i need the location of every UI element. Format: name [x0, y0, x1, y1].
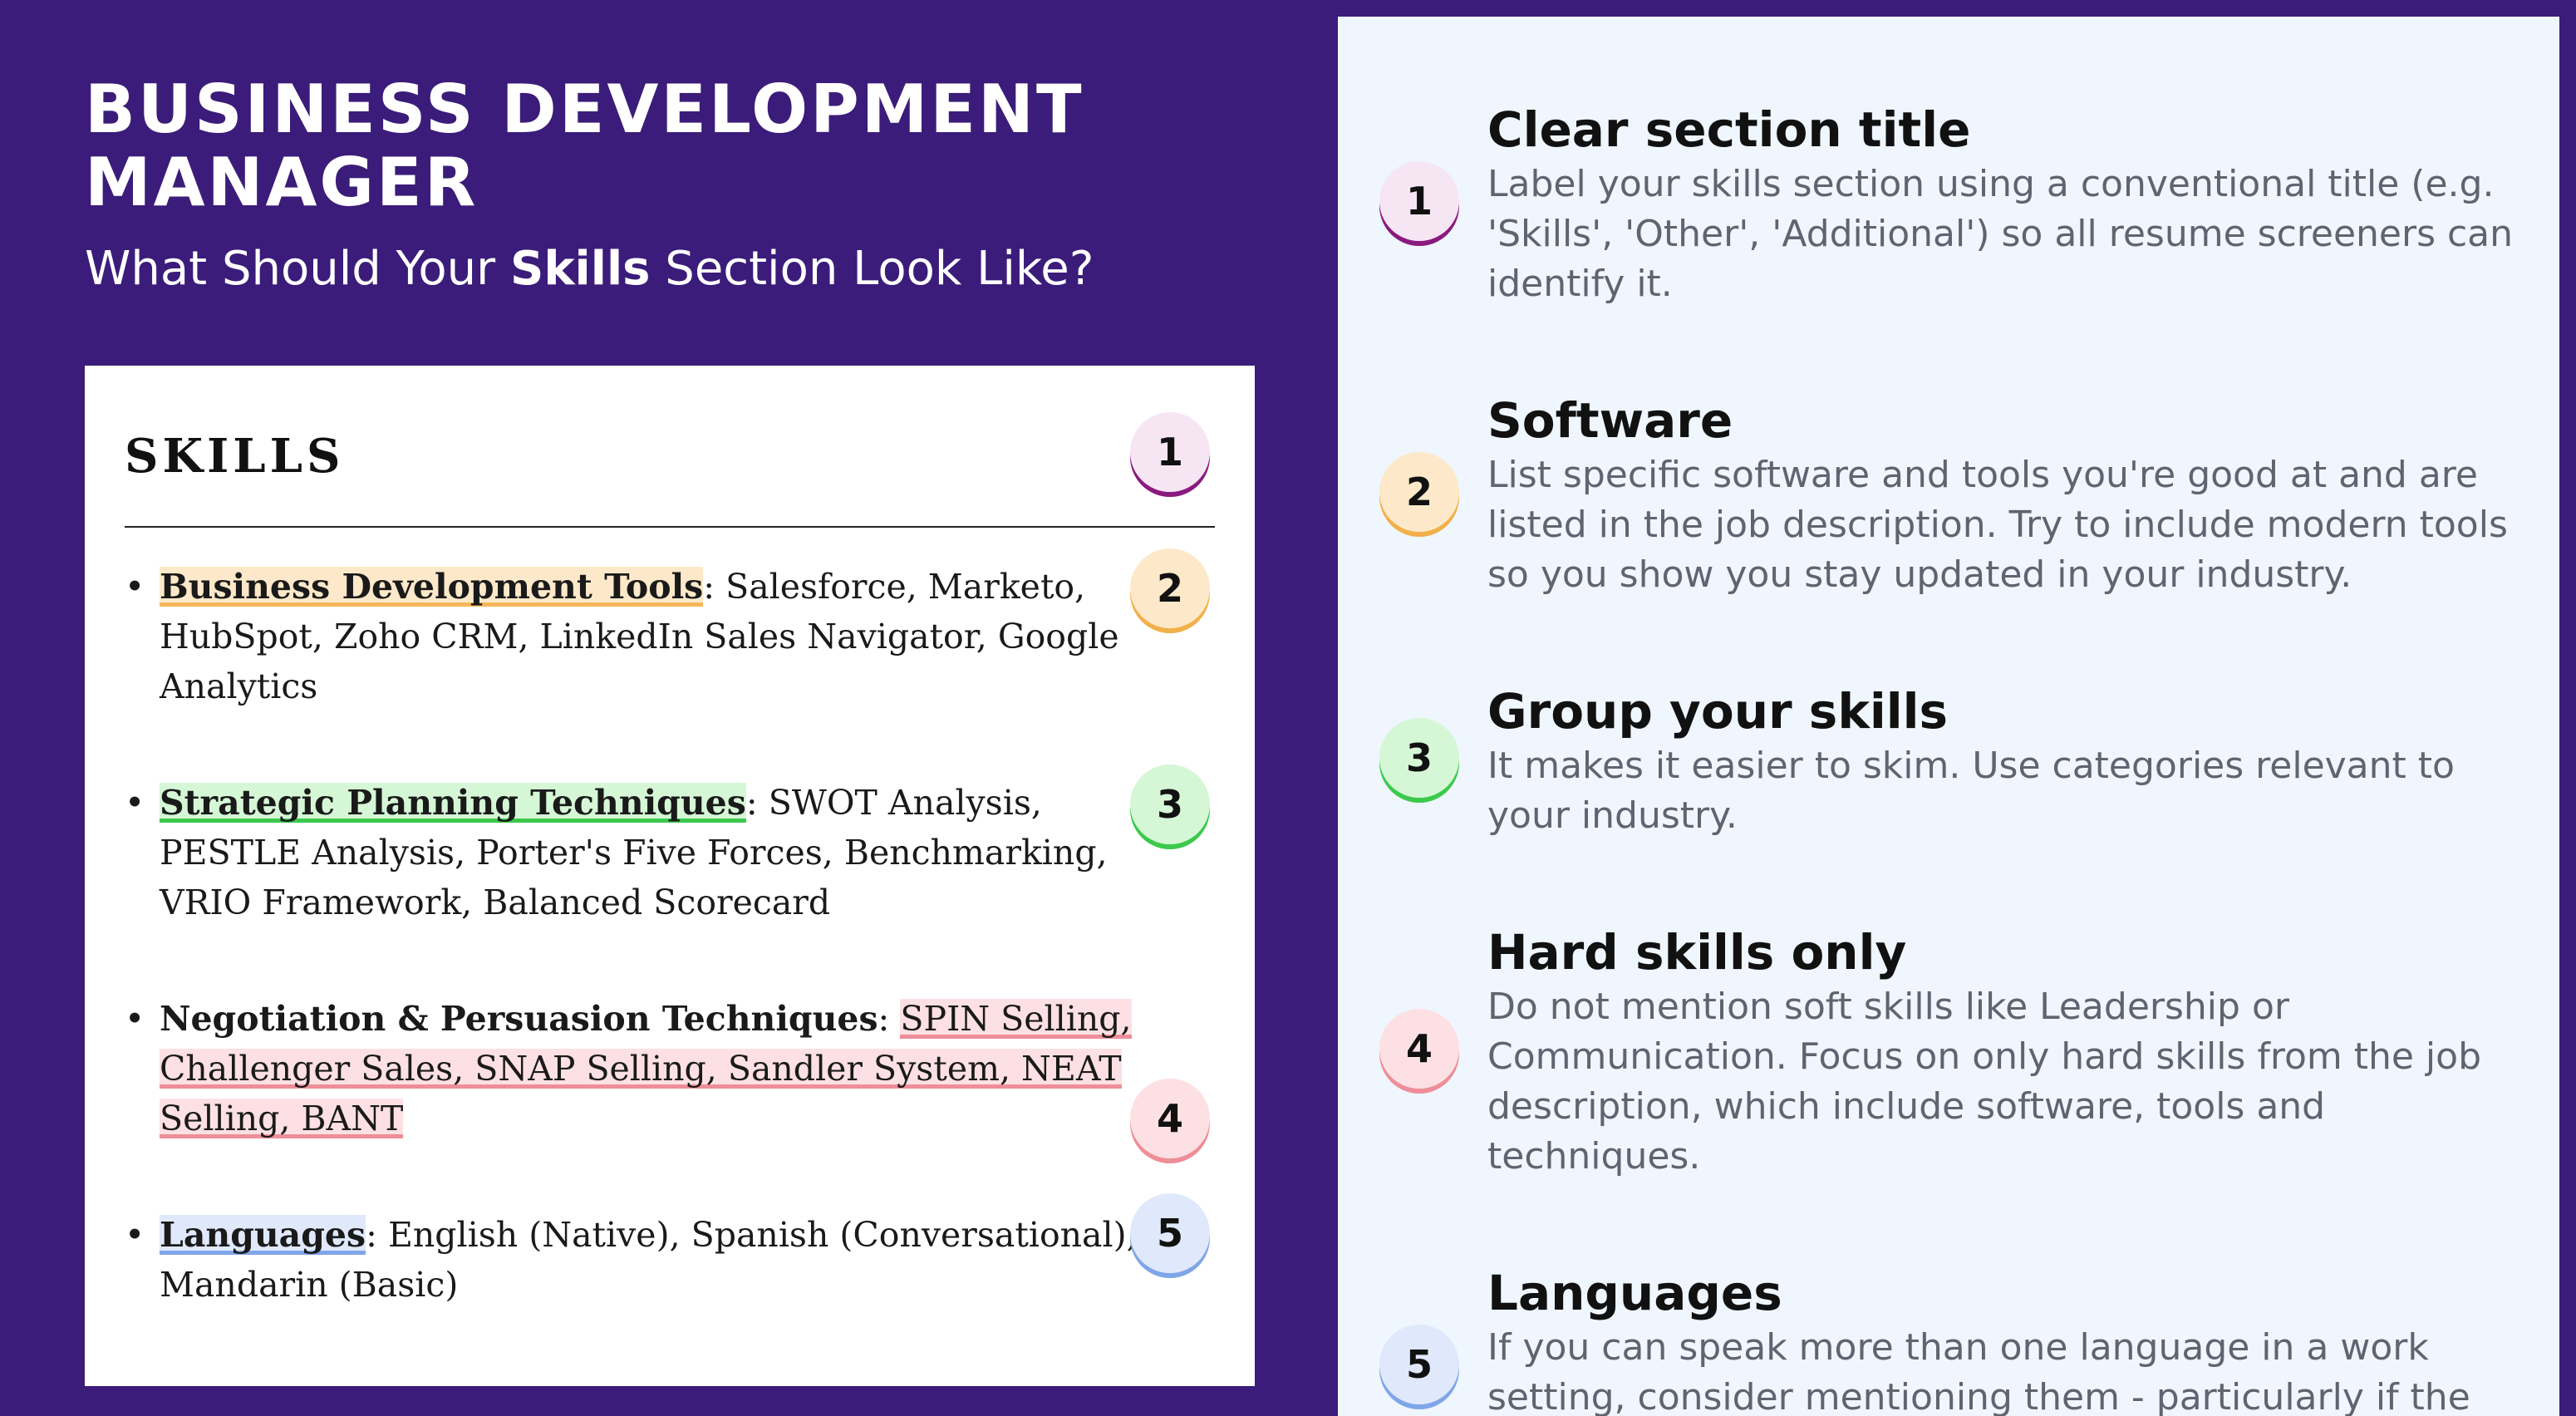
subtitle-bold: Skills	[509, 242, 651, 296]
tip-hard-skills-only: Hard skills only Do not mention soft ski…	[1487, 922, 2526, 1182]
tip-software: Software List specific software and tool…	[1487, 391, 2526, 600]
bullet: •	[125, 999, 145, 1039]
tip-title: Group your skills	[1487, 683, 1949, 740]
resume-card: SKILLS 1 • Business Development Tools: S…	[85, 366, 1255, 1386]
tip-group-your-skills: Group your skills It makes it easier to …	[1487, 681, 2526, 841]
skill-item-planning: • Strategic Planning Techniques: SWOT An…	[125, 778, 1155, 927]
tip-title: Clear section title	[1487, 101, 1971, 158]
heading-rule	[125, 526, 1215, 528]
bullet: •	[125, 1215, 145, 1255]
tip-badge-2: 2	[1379, 452, 1459, 532]
subtitle-post: Section Look Like?	[650, 242, 1094, 296]
tips-panel: Clear section title Label your skills se…	[1338, 17, 2559, 1416]
tip-clear-section-title: Clear section title Label your skills se…	[1487, 100, 2526, 309]
tip-badge-3: 3	[1379, 718, 1459, 798]
tip-badge-4: 4	[1379, 1009, 1459, 1089]
badge-4: 4	[1130, 1079, 1210, 1158]
badge-1: 1	[1130, 412, 1210, 492]
tip-text: List specific software and tools you're …	[1487, 454, 2508, 596]
tip-text: Do not mention soft skills like Leadersh…	[1487, 986, 2481, 1178]
tip-badge-1: 1	[1379, 161, 1459, 241]
page-subtitle: What Should Your Skills Section Look Lik…	[85, 236, 1290, 302]
badge-2: 2	[1130, 548, 1210, 628]
skill-category: Business Development Tools	[160, 567, 704, 607]
badge-5: 5	[1130, 1193, 1210, 1273]
skill-category: Strategic Planning Techniques	[160, 783, 746, 823]
skill-item-tools: • Business Development Tools: Salesforce…	[125, 562, 1155, 711]
skill-category: Negotiation & Persuasion Techniques	[160, 999, 878, 1039]
bullet: •	[125, 783, 145, 823]
tip-text: If you can speak more than one language …	[1487, 1326, 2470, 1416]
tip-title: Languages	[1487, 1265, 1782, 1321]
skill-category: Languages	[160, 1215, 366, 1255]
page-title: BUSINESS DEVELOPMENT MANAGER	[85, 71, 1084, 221]
tip-title: Hard skills only	[1487, 924, 1907, 981]
skill-item-languages: • Languages: English (Native), Spanish (…	[125, 1210, 1155, 1310]
subtitle-pre: What Should Your	[85, 242, 510, 296]
badge-3: 3	[1130, 765, 1210, 844]
bullet: •	[125, 567, 145, 607]
left-panel: BUSINESS DEVELOPMENT MANAGER What Should…	[0, 0, 1338, 1416]
tip-text: Label your skills section using a conven…	[1487, 163, 2514, 305]
tip-languages: Languages If you can speak more than one…	[1487, 1263, 2526, 1416]
skill-item-negotiation: • Negotiation & Persuasion Techniques: S…	[125, 994, 1155, 1143]
tip-badge-5: 5	[1379, 1325, 1459, 1404]
tip-text: It makes it easier to skim. Use categori…	[1487, 745, 2455, 837]
tip-title: Software	[1487, 392, 1733, 449]
skills-heading: SKILLS	[125, 429, 345, 484]
